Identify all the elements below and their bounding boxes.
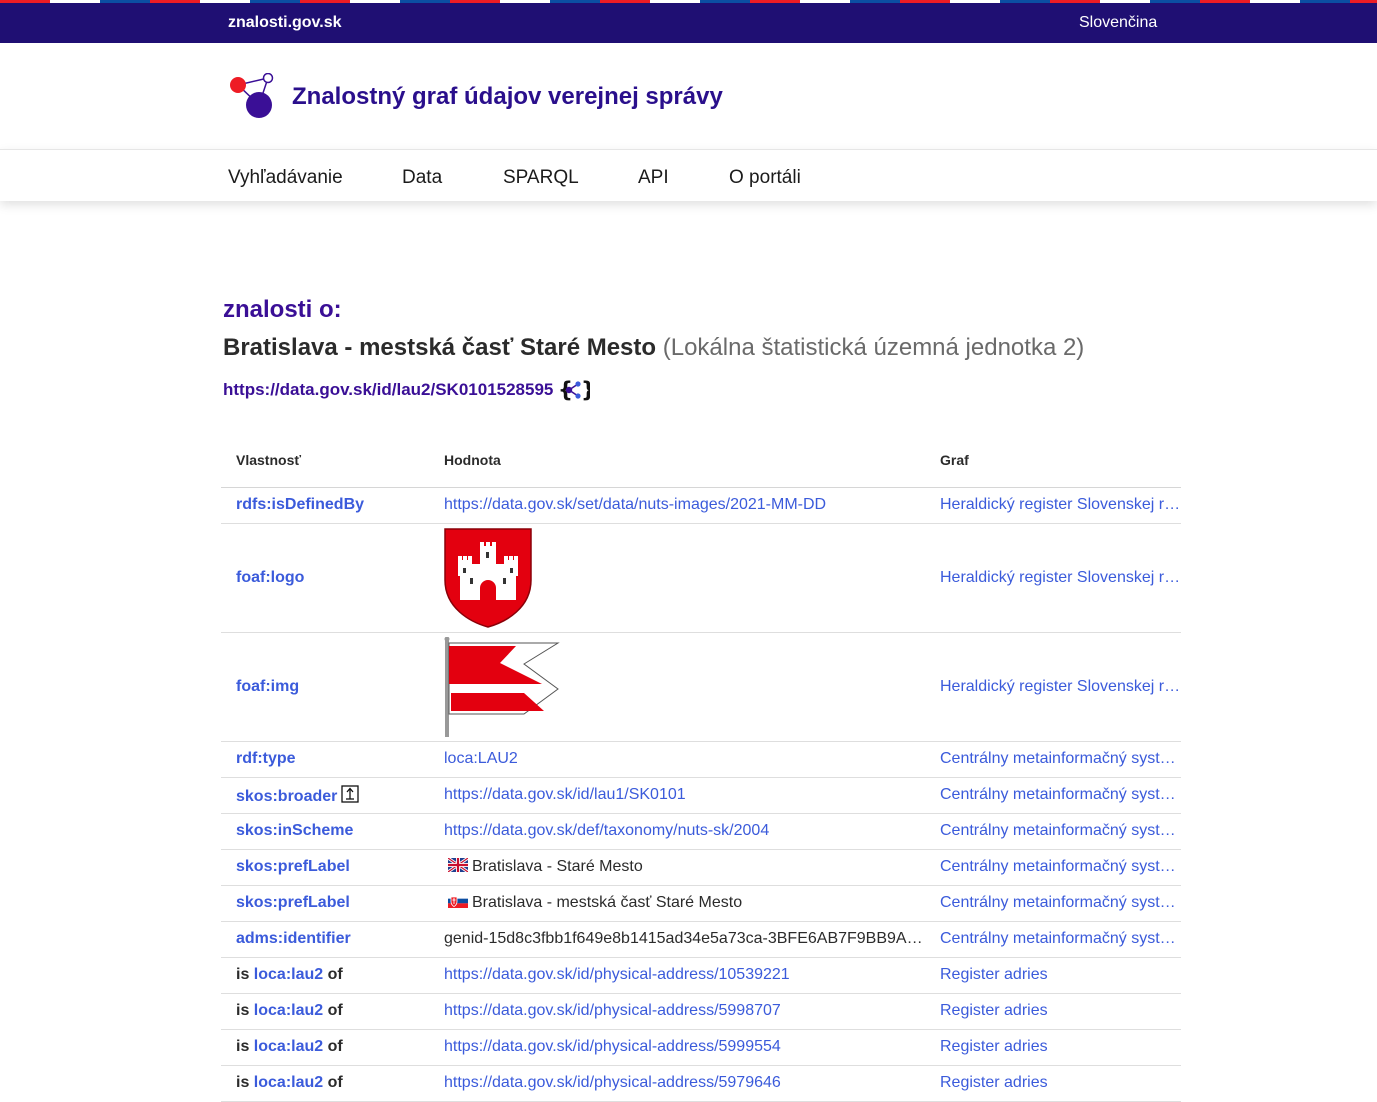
nav-item-sparql[interactable]: SPARQL bbox=[503, 167, 579, 189]
value-link[interactable]: https://data.gov.sk/id/physical-address/… bbox=[429, 1029, 925, 1066]
property-link[interactable]: loca:lau2 bbox=[254, 1038, 323, 1055]
property-link[interactable]: skos:prefLabel bbox=[221, 885, 429, 922]
entity-class: (Lokálna štatistická územná jednotka 2) bbox=[662, 334, 1085, 361]
graph-link[interactable]: Centrálny metainformačný systém verejnej… bbox=[925, 921, 1181, 958]
rdf-graph-icon[interactable]: { } bbox=[558, 377, 590, 403]
col-header-value: Hodnota bbox=[429, 434, 925, 488]
property-link[interactable]: skos:inScheme bbox=[221, 813, 429, 850]
property-link[interactable]: skos:broader bbox=[236, 788, 337, 805]
site-link[interactable]: znalosti.gov.sk bbox=[228, 14, 342, 32]
graph-link[interactable]: Centrálny metainformačný systém verejnej… bbox=[925, 885, 1181, 922]
entity-name: Bratislava - mestská časť Staré Mesto bbox=[223, 334, 657, 361]
inverse-prefix: is bbox=[236, 1002, 250, 1019]
pref-label-text: Bratislava - Staré Mesto bbox=[472, 858, 643, 875]
inverse-prefix: is bbox=[236, 966, 250, 983]
property-cell: is loca:lau2 of bbox=[221, 1065, 429, 1102]
nav-item-search[interactable]: Vyhľadávanie bbox=[228, 167, 343, 189]
entity-uri-row: https://data.gov.sk/id/lau2/SK0101528595… bbox=[223, 377, 590, 403]
table-row: skos:broader https://data.gov.sk/id/lau1… bbox=[221, 777, 1181, 814]
inverse-suffix: of bbox=[327, 1038, 343, 1055]
coat-of-arms-image[interactable] bbox=[444, 527, 532, 628]
property-link[interactable]: loca:lau2 bbox=[254, 1074, 323, 1091]
graph-link[interactable]: Heraldický register Slovenskej republiky bbox=[925, 523, 1181, 633]
value-link[interactable]: https://data.gov.sk/id/physical-address/… bbox=[429, 993, 925, 1030]
inverse-prefix: is bbox=[236, 1074, 250, 1091]
property-link[interactable]: rdf:type bbox=[221, 741, 429, 778]
uk-flag-icon bbox=[448, 858, 468, 872]
col-header-graph: Graf bbox=[925, 434, 1181, 488]
table-row: rdf:type loca:LAU2 Centrálny metainforma… bbox=[221, 741, 1181, 778]
graph-link[interactable]: Heraldický register Slovenskej republiky bbox=[925, 487, 1181, 524]
value-cell: Bratislava - Staré Mesto bbox=[429, 849, 925, 886]
entity-heading: Bratislava - mestská časť Staré Mesto (L… bbox=[223, 334, 1084, 362]
table-row: rdfs:isDefinedBy https://data.gov.sk/set… bbox=[221, 487, 1181, 524]
table-row: is loca:lau2 of https://data.gov.sk/id/p… bbox=[221, 993, 1181, 1030]
value-link[interactable]: https://data.gov.sk/id/lau1/SK0101 bbox=[429, 777, 925, 814]
table-row: foaf:logo Heraldický register Slovenskej… bbox=[221, 523, 1181, 633]
top-bar: znalosti.gov.sk Slovenčina bbox=[0, 3, 1377, 43]
hierarchy-up-icon[interactable] bbox=[341, 784, 360, 803]
svg-text:}: } bbox=[581, 378, 590, 402]
knowledge-graph-logo-icon[interactable] bbox=[228, 73, 278, 121]
table-row: skos:prefLabel Bratislava - Staré Mesto … bbox=[221, 849, 1181, 886]
inverse-suffix: of bbox=[327, 966, 343, 983]
property-link[interactable]: adms:identifier bbox=[221, 921, 429, 958]
value-link[interactable]: loca:LAU2 bbox=[429, 741, 925, 778]
property-link[interactable]: foaf:logo bbox=[221, 523, 429, 633]
table-row: adms:identifier genid-15d8c3fbb1f649e8b1… bbox=[221, 921, 1181, 958]
site-header: Znalostný graf údajov verejnej správy bbox=[0, 43, 1377, 149]
graph-link[interactable]: Register adries bbox=[925, 993, 1181, 1030]
graph-link[interactable]: Register adries bbox=[925, 1065, 1181, 1102]
slovak-flag-icon bbox=[448, 894, 468, 908]
identifier-value: genid-15d8c3fbb1f649e8b1415ad34e5a73ca-3… bbox=[429, 921, 925, 958]
value-link[interactable]: https://data.gov.sk/id/physical-address/… bbox=[429, 957, 925, 994]
city-flag-image[interactable] bbox=[444, 636, 560, 737]
table-row: foaf:img Heraldický register Slovenskej … bbox=[221, 632, 1181, 742]
value-link[interactable]: https://data.gov.sk/def/taxonomy/nuts-sk… bbox=[429, 813, 925, 850]
property-link[interactable]: loca:lau2 bbox=[254, 1002, 323, 1019]
table-row: is loca:lau2 of https://data.gov.sk/id/p… bbox=[221, 1065, 1181, 1102]
property-cell: skos:broader bbox=[221, 777, 429, 814]
graph-link[interactable]: Heraldický register Slovenskej republiky bbox=[925, 632, 1181, 742]
property-link[interactable]: skos:prefLabel bbox=[221, 849, 429, 886]
nav-item-data[interactable]: Data bbox=[402, 167, 442, 189]
inverse-suffix: of bbox=[327, 1074, 343, 1091]
value-link[interactable]: https://data.gov.sk/id/physical-address/… bbox=[429, 1065, 925, 1102]
value-cell bbox=[429, 632, 925, 742]
page-title[interactable]: Znalostný graf údajov verejnej správy bbox=[292, 83, 723, 111]
property-link[interactable]: rdfs:isDefinedBy bbox=[221, 487, 429, 524]
inverse-prefix: is bbox=[236, 1038, 250, 1055]
graph-link[interactable]: Register adries bbox=[925, 1029, 1181, 1066]
graph-link[interactable]: Centrálny metainformačný systém verejnej… bbox=[925, 741, 1181, 778]
graph-link[interactable]: Centrálny metainformačný systém verejnej… bbox=[925, 813, 1181, 850]
graph-link[interactable]: Centrálny metainformačný systém verejnej… bbox=[925, 777, 1181, 814]
table-row: skos:inScheme https://data.gov.sk/def/ta… bbox=[221, 813, 1181, 850]
table-header-row: Vlastnosť Hodnota Graf bbox=[221, 434, 1181, 488]
nav-item-api[interactable]: API bbox=[638, 167, 669, 189]
property-link[interactable]: loca:lau2 bbox=[254, 966, 323, 983]
properties-table: Vlastnosť Hodnota Graf rdfs:isDefinedBy … bbox=[221, 434, 1181, 1102]
pref-label-text: Bratislava - mestská časť Staré Mesto bbox=[472, 894, 743, 911]
table-row: is loca:lau2 of https://data.gov.sk/id/p… bbox=[221, 1029, 1181, 1066]
graph-link[interactable]: Register adries bbox=[925, 957, 1181, 994]
knowledge-about-label: znalosti o: bbox=[223, 296, 342, 323]
graph-link[interactable]: Centrálny metainformačný systém verejnej… bbox=[925, 849, 1181, 886]
main-nav: Vyhľadávanie Data SPARQL API O portáli bbox=[0, 149, 1377, 201]
property-link[interactable]: foaf:img bbox=[221, 632, 429, 742]
value-cell: Bratislava - mestská časť Staré Mesto bbox=[429, 885, 925, 922]
table-row: is loca:lau2 of https://data.gov.sk/id/p… bbox=[221, 957, 1181, 994]
property-cell: is loca:lau2 of bbox=[221, 957, 429, 994]
inverse-suffix: of bbox=[327, 1002, 343, 1019]
value-link[interactable]: https://data.gov.sk/set/data/nuts-images… bbox=[429, 487, 925, 524]
table-row: skos:prefLabel Bratislava - mestská časť… bbox=[221, 885, 1181, 922]
entity-uri-link[interactable]: https://data.gov.sk/id/lau2/SK0101528595 bbox=[223, 380, 553, 400]
property-cell: is loca:lau2 of bbox=[221, 1029, 429, 1066]
nav-item-about[interactable]: O portáli bbox=[729, 167, 801, 189]
col-header-property: Vlastnosť bbox=[221, 434, 429, 488]
language-switch[interactable]: Slovenčina bbox=[1079, 14, 1157, 32]
property-cell: is loca:lau2 of bbox=[221, 993, 429, 1030]
value-cell bbox=[429, 523, 925, 633]
